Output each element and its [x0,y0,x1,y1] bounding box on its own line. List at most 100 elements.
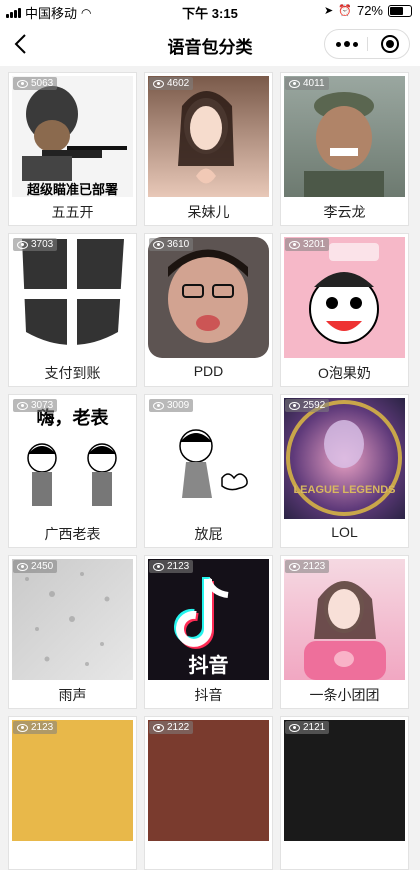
thumbnail-caption: 超级瞄准已部署 [26,182,118,197]
view-count-value: 2122 [167,722,190,733]
voice-pack-card[interactable]: 抖音 2123 抖音 [144,555,273,709]
voice-pack-name: 呆妹儿 [187,204,230,220]
eye-icon [17,79,28,88]
eye-icon [17,723,28,732]
location-icon: ➤ [324,5,334,17]
eye-icon [289,401,300,410]
view-count: 4602 [149,77,194,90]
voice-pack-name: O泡果奶 [318,365,371,381]
thumbnail-caption: LEAGUE LEGENDS [293,484,396,496]
view-count: 3703 [13,238,58,251]
thumbnail [284,237,405,358]
eye-icon [289,723,300,732]
view-count: 2122 [149,721,194,734]
view-count: 2121 [285,721,330,734]
fart-meme-image [179,429,248,498]
battery-percent: 72% [356,3,383,18]
thumbnail [12,720,133,841]
voice-pack-name: 放屁 [194,526,223,542]
laughing-soldier-image [304,92,384,197]
voice-pack-card[interactable]: 3610 PDD [144,233,273,387]
view-count: 2123 [149,560,194,573]
voice-pack-name: 一条小团团 [309,687,380,703]
view-count: 2592 [285,399,330,412]
more-button[interactable] [325,30,368,58]
voice-pack-name: LOL [331,524,358,540]
thumbnail: 超级瞄准已部署 [12,76,133,197]
eye-icon [153,723,164,732]
status-right: ➤ ⏰ 72% [324,3,412,18]
capsule-divider [367,37,368,51]
miniprogram-capsule [324,29,410,59]
view-count-value: 5063 [31,78,54,89]
voice-pack-card[interactable]: 4011 李云龙 [280,72,409,226]
voice-pack-card[interactable]: 2123 [8,716,137,870]
lol-champion-image [286,400,402,516]
view-count: 2123 [285,560,330,573]
voice-pack-card[interactable]: 2123 一条小团团 [280,555,409,709]
view-count-value: 2123 [303,561,326,572]
eye-icon [17,562,28,571]
thumbnail [284,720,405,841]
eye-icon [153,401,164,410]
voice-pack-card[interactable]: 超级瞄准已部署 5063 五五开 [8,72,137,226]
voice-pack-card[interactable]: 2121 [280,716,409,870]
view-count: 2450 [13,560,58,573]
view-count-value: 3201 [303,239,326,250]
voice-pack-grid: 超级瞄准已部署 5063 五五开 4602 呆妹儿 4011 李云龙 3703 … [8,72,412,870]
view-count-value: 4011 [303,78,325,89]
thumbnail [284,76,405,197]
thumbnail: 嗨，老表 [12,398,133,519]
eye-icon [153,79,164,88]
voice-pack-card[interactable]: 4602 呆妹儿 [144,72,273,226]
voice-pack-card[interactable]: 2450 雨声 [8,555,137,709]
status-bar: 中国移动 ◠ 下午 3:15 ➤ ⏰ 72% [0,0,420,22]
pdd-face-image [168,249,248,343]
eye-icon [289,79,300,88]
eye-icon [153,240,164,249]
thumbnail: LEAGUE LEGENDS [284,398,405,519]
voice-pack-card[interactable]: 嗨，老表 3073 广西老表 [8,394,137,548]
view-count-value: 3073 [31,400,54,411]
view-count-value: 3703 [31,239,54,250]
thumbnail [12,559,133,680]
voice-pack-name: PDD [193,363,224,379]
view-count-value: 3009 [167,400,190,411]
voice-pack-card[interactable]: 3703 支付到账 [8,233,137,387]
voice-pack-name: 抖音 [194,687,223,703]
view-count: 3073 [13,399,58,412]
voice-pack-name: 广西老表 [44,526,101,542]
thumbnail [284,559,405,680]
view-count-value: 2123 [31,722,54,733]
view-count: 3201 [285,238,330,251]
want-want-boy-image [309,243,379,344]
thumbnail [148,720,269,841]
view-count-value: 2123 [167,561,190,572]
alarm-icon: ⏰ [338,5,352,17]
view-count-value: 2121 [303,722,326,733]
eye-icon [153,562,164,571]
voice-pack-card[interactable]: 3009 放屁 [144,394,273,548]
view-count: 3610 [149,238,194,251]
thumbnail-caption: 抖音 [188,655,229,677]
view-count: 3009 [149,399,194,412]
view-count-value: 2592 [303,400,326,411]
thumbnail: 抖音 [148,559,269,680]
close-miniprogram-button[interactable] [381,35,399,53]
view-count: 2123 [13,721,58,734]
view-count: 4011 [285,77,329,90]
battery-icon [388,4,412,17]
thumbnail [148,237,269,358]
voice-pack-name: 李云龙 [323,204,366,220]
voice-pack-card[interactable]: 3201 O泡果奶 [280,233,409,387]
girl-pink-sweater-image [304,581,386,680]
eye-icon [17,401,28,410]
voice-pack-card[interactable]: 2122 [144,716,273,870]
battery-fill [390,6,403,15]
voice-pack-card[interactable]: LEAGUE LEGENDS 2592 LOL [280,394,409,548]
voice-pack-name: 五五开 [51,204,94,220]
girl-heart-hands-image [178,91,234,184]
view-count-value: 4602 [167,78,190,89]
thumbnail [148,76,269,197]
eye-icon [289,562,300,571]
